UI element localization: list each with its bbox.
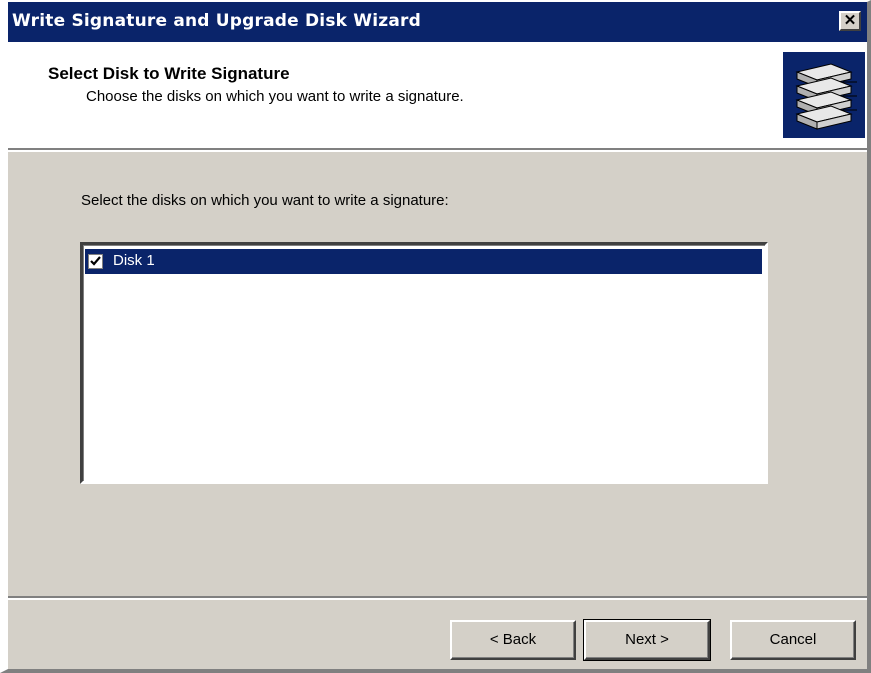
page-subtitle: Choose the disks on which you want to wr… (86, 88, 464, 105)
checkmark-icon (90, 256, 101, 266)
disk-stack-icon (783, 52, 865, 138)
back-button[interactable]: < Back (450, 620, 576, 660)
wizard-window: Write Signature and Upgrade Disk Wizard … (0, 0, 871, 673)
wizard-header: Select Disk to Write Signature Choose th… (8, 42, 867, 148)
disk-1-checkbox[interactable] (88, 254, 103, 269)
back-button-label: < Back (489, 631, 537, 648)
header-separator-highlight (8, 150, 867, 152)
cancel-button-label: Cancel (769, 631, 817, 648)
close-button[interactable]: ✕ (839, 11, 861, 31)
window-title: Write Signature and Upgrade Disk Wizard (12, 11, 421, 31)
disk-1-label: Disk 1 (113, 252, 155, 269)
close-icon: ✕ (843, 12, 857, 29)
footer-separator-highlight (8, 598, 867, 600)
next-button-label: Next > (625, 631, 669, 648)
title-bar[interactable]: Write Signature and Upgrade Disk Wizard … (8, 2, 867, 42)
disk-listbox[interactable]: Disk 1 (80, 242, 768, 484)
list-item-disk-1[interactable]: Disk 1 (85, 249, 762, 274)
next-button[interactable]: Next > (583, 619, 711, 661)
instruction-text: Select the disks on which you want to wr… (81, 192, 449, 209)
page-title: Select Disk to Write Signature (48, 64, 290, 83)
cancel-button[interactable]: Cancel (730, 620, 856, 660)
